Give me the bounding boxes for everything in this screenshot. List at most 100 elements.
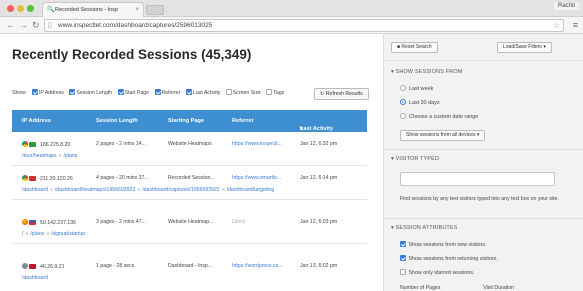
- session-length: 4 pages - 20 mins 37...: [96, 175, 149, 181]
- path-link[interactable]: /plans: [30, 231, 44, 237]
- column-header-session-length[interactable]: Session Length: [96, 118, 138, 124]
- starting-page: Recorded Session...: [168, 175, 215, 181]
- profile-user-label[interactable]: Rachit: [553, 2, 579, 10]
- page-title: Recently Recorded Sessions (45,349): [12, 47, 252, 62]
- section-title-visitor-typed[interactable]: ▾ VISITOR TYPED: [391, 156, 439, 162]
- firefox-browser-icon: [22, 219, 28, 225]
- reset-search-button[interactable]: ■ Reset Search: [391, 42, 438, 53]
- starting-page: Dashboard - Insp...: [168, 263, 213, 269]
- refresh-icon: ↻: [320, 91, 325, 97]
- path-link[interactable]: /: [22, 231, 23, 237]
- forward-arrow-icon[interactable]: →: [19, 19, 28, 31]
- column-header-referrer[interactable]: Referrer: [232, 118, 254, 124]
- checkbox-unchecked-icon: [400, 269, 406, 275]
- country-flag-icon: [29, 220, 36, 225]
- path-link[interactable]: /dashboard/captures/1956693922: [142, 187, 220, 193]
- chevron-down-icon: ▾: [543, 44, 546, 50]
- address-url: www.inspectlet.com/dashboard/captures/25…: [58, 22, 213, 29]
- table-header: IP Address Session Length Starting Page …: [12, 110, 367, 132]
- last-activity: Jan 12, 6:32 pm: [300, 141, 338, 147]
- table-row[interactable]: 50.142.237.136 3 pages - 2 mins 47... We…: [12, 210, 367, 244]
- column-header-starting-page[interactable]: Starting Page: [168, 118, 204, 124]
- table-row[interactable]: 186.225.8.20 2 pages - 2 mins 14... Webs…: [12, 132, 367, 166]
- checkbox-unchecked-icon: [266, 89, 273, 95]
- reset-icon: ■: [397, 44, 401, 50]
- checkbox-checked-icon: [400, 241, 406, 247]
- load-save-filters-button[interactable]: Load/Save Filters ▾: [497, 42, 552, 53]
- toggle-referrer[interactable]: Referrer: [154, 89, 181, 96]
- tab-title: Recorded Sessions - Insp: [55, 7, 118, 13]
- refresh-results-button[interactable]: ↻ Refresh Results: [314, 88, 369, 100]
- collapse-arrow-icon: ▾: [391, 69, 394, 75]
- table-row[interactable]: 46.26.9.21 1 page - 28 secs Dashboard - …: [12, 254, 367, 291]
- hamburger-menu-icon[interactable]: ≡: [573, 20, 578, 30]
- show-label: Show:: [12, 89, 27, 96]
- bookmark-star-icon[interactable]: ☆: [553, 20, 560, 31]
- table-row[interactable]: 211.20.120.26 4 pages - 20 mins 37... Re…: [12, 166, 367, 200]
- checkbox-checked-icon: [31, 89, 38, 95]
- checkbox-checked-icon: [154, 89, 161, 95]
- path-link[interactable]: /dashboard: [22, 187, 48, 193]
- checkbox-returning-visitors[interactable]: Show sessions from returning visitors.: [400, 255, 498, 262]
- toggle-tags[interactable]: Tags: [266, 89, 284, 96]
- path-link[interactable]: /tour/heatmaps: [22, 153, 57, 159]
- path-link[interactable]: /dashboard: [22, 275, 48, 281]
- close-tab-icon[interactable]: ×: [135, 3, 139, 17]
- toggle-ip-address[interactable]: IP Address: [31, 89, 64, 96]
- radio-unselected-icon: [400, 85, 406, 91]
- address-bar[interactable]: ▯ www.inspectlet.com/dashboard/captures/…: [44, 19, 564, 32]
- visited-paths: /dashboard»/dashboard/heatmaps/195669392…: [22, 187, 275, 193]
- maximize-window-button[interactable]: [27, 5, 34, 12]
- ip-address: 211.20.120.26: [40, 176, 73, 182]
- country-flag-icon: [29, 176, 36, 181]
- minimize-window-button[interactable]: [17, 5, 24, 12]
- toggle-screen-size[interactable]: Screen Size: [225, 89, 261, 96]
- browser-titlebar: 🔍 Recorded Sessions - Insp × Rachit: [0, 0, 583, 17]
- referrer-text: Direct: [232, 219, 246, 225]
- column-toggle-bar: Show: IP Address Session Length Start Pa…: [12, 89, 288, 96]
- checkbox-starred-only[interactable]: Show only starred sessions.: [400, 269, 474, 276]
- device-filter-select[interactable]: Show sessions from all devices ▾: [400, 130, 486, 141]
- reload-icon[interactable]: ↻: [32, 19, 40, 31]
- section-title-session-attributes[interactable]: ▾ SESSION ATTRIBUTES: [391, 225, 458, 231]
- chrome-browser-icon: [22, 175, 28, 181]
- path-link[interactable]: /signup/startup: [51, 231, 85, 237]
- radio-last-week[interactable]: Last week: [400, 85, 433, 92]
- referrer-link[interactable]: https://www.inspecti...: [232, 141, 282, 147]
- visit-duration-label: Visit Duration: [483, 285, 515, 291]
- radio-unselected-icon: [400, 113, 406, 119]
- path-link[interactable]: /dashboard/targeting: [227, 187, 275, 193]
- referrer-link[interactable]: https://www.smartlo...: [232, 175, 281, 181]
- toggle-start-page[interactable]: Start Page: [117, 89, 149, 96]
- toggle-session-length[interactable]: Session Length: [69, 89, 112, 96]
- column-header-ip[interactable]: IP Address: [22, 118, 51, 124]
- ip-address: 186.225.8.20: [40, 142, 71, 148]
- page-icon: ▯: [48, 22, 52, 29]
- country-flag-icon: [29, 142, 36, 147]
- collapse-arrow-icon: ▾: [391, 156, 394, 162]
- browser-tab[interactable]: 🔍 Recorded Sessions - Insp ×: [42, 2, 144, 17]
- divider: [384, 60, 583, 61]
- visited-paths: /tour/heatmaps»/plans: [22, 153, 78, 159]
- section-title-show-sessions-from[interactable]: ▾ SHOW SESSIONS FROM: [391, 69, 462, 75]
- toggle-last-activity[interactable]: Last Activity: [186, 89, 220, 96]
- close-window-button[interactable]: [7, 5, 14, 12]
- radio-last-30-days[interactable]: Last 30 days: [400, 99, 440, 106]
- last-activity: Jan 12, 6:03 pm: [300, 219, 338, 225]
- divider: [384, 149, 583, 150]
- referrer-link[interactable]: https://wordpress.co...: [232, 263, 283, 269]
- chevron-down-icon: ▾: [476, 132, 480, 138]
- browser-icon: [22, 263, 28, 269]
- visitor-typed-input[interactable]: [400, 172, 555, 186]
- radio-custom-date-range[interactable]: Choose a custom date range: [400, 113, 478, 120]
- new-tab-button[interactable]: [146, 5, 164, 15]
- path-link[interactable]: /dashboard/heatmaps/1956693922: [55, 187, 135, 193]
- checkbox-checked-icon: [400, 255, 406, 261]
- checkbox-checked-icon: [186, 89, 192, 95]
- visited-paths: /dashboard: [22, 275, 48, 281]
- checkbox-unchecked-icon: [225, 89, 232, 95]
- filter-sidebar: ■ Reset Search Load/Save Filters ▾ ▾ SHO…: [383, 34, 583, 291]
- back-arrow-icon[interactable]: ←: [6, 19, 15, 31]
- path-link[interactable]: /plans: [64, 153, 78, 159]
- checkbox-new-visitors[interactable]: Show sessions from new visitors.: [400, 241, 487, 248]
